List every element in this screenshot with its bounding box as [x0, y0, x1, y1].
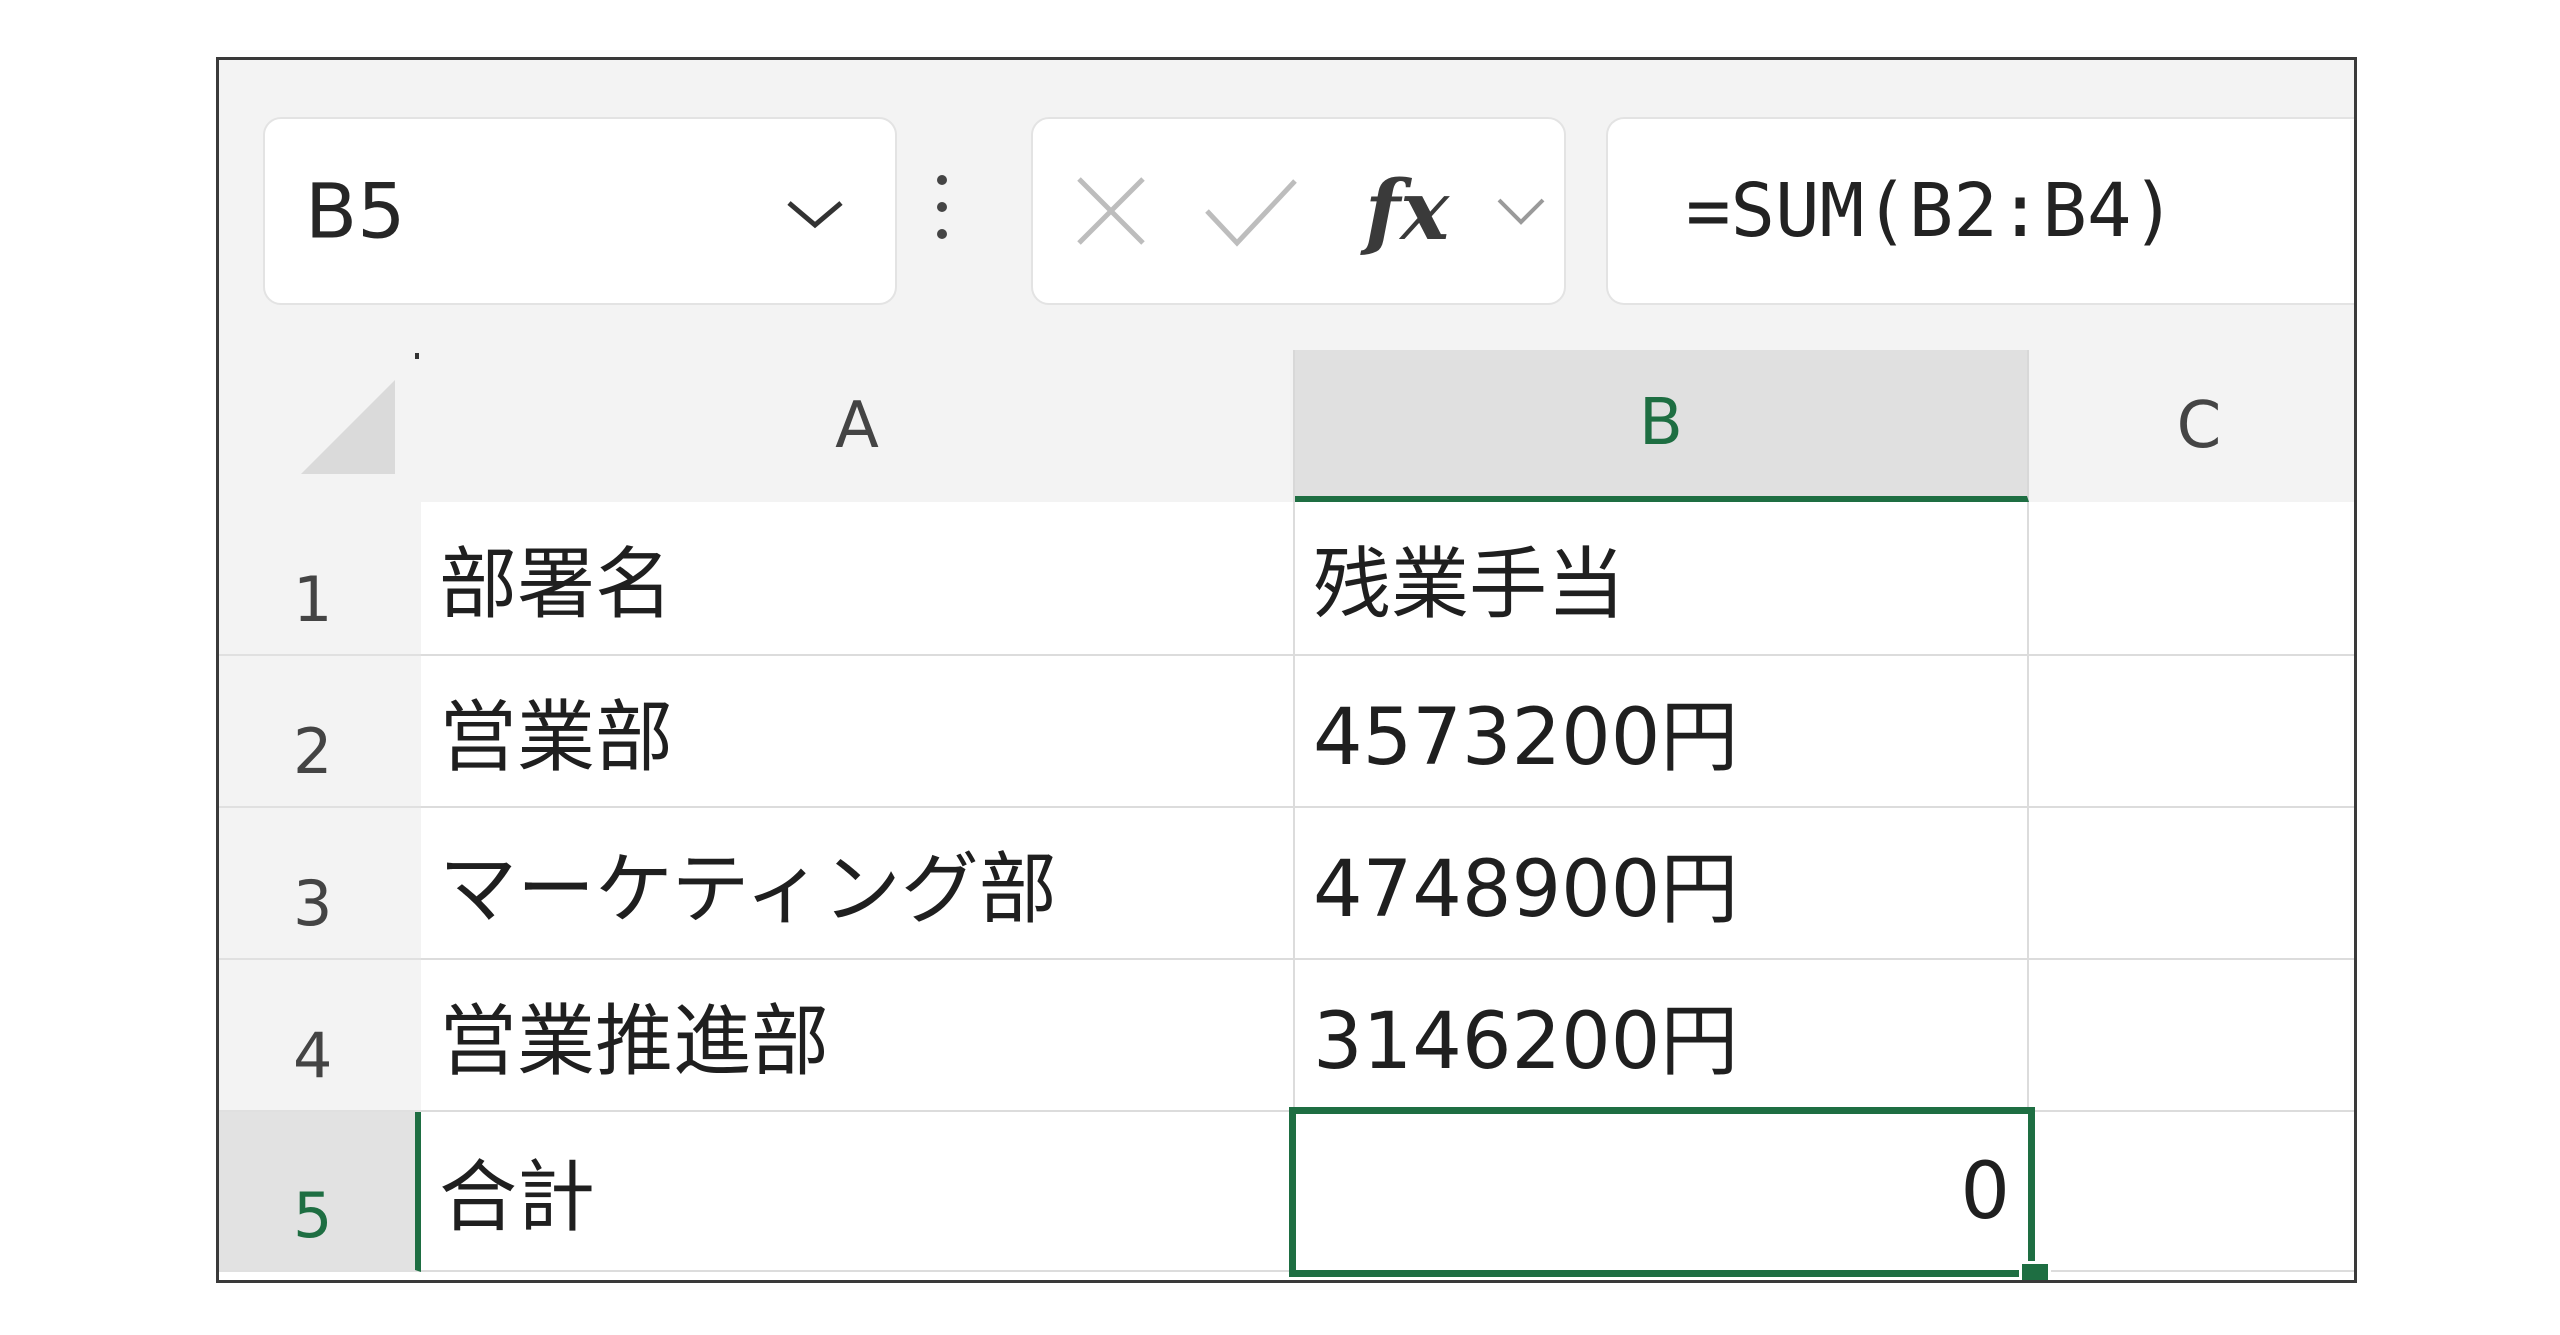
row-header-1[interactable]: 1 [219, 502, 421, 656]
row-header-3[interactable]: 3 [219, 808, 421, 960]
cell-b5-active[interactable]: 0 [1289, 1107, 2035, 1277]
cell-a4[interactable]: 営業推進部 [421, 960, 1295, 1112]
cell-c2[interactable] [2029, 656, 2354, 808]
chevron-down-icon[interactable] [785, 199, 845, 229]
cell-c4[interactable] [2029, 960, 2354, 1112]
cell-c3[interactable] [2029, 808, 2354, 960]
name-box-value: B5 [305, 166, 406, 256]
chevron-down-icon[interactable] [1495, 196, 1547, 226]
cell-c1[interactable] [2029, 502, 2354, 656]
formula-text: =SUM(B2:B4) [1686, 168, 2177, 254]
formula-bar-area: B5 fx =SUM(B2:B4) [219, 60, 2354, 350]
select-all-corner[interactable] [219, 350, 421, 502]
cell-a5[interactable]: 合計 [421, 1112, 1295, 1272]
fill-handle[interactable] [2019, 1261, 2051, 1280]
row-header-5[interactable]: 5 [219, 1112, 421, 1272]
x-icon[interactable] [1071, 171, 1151, 251]
row-header-4[interactable]: 4 [219, 960, 421, 1112]
formula-controls: fx [1031, 117, 1566, 305]
select-all-triangle-icon [301, 353, 419, 474]
formula-input[interactable]: =SUM(B2:B4) [1606, 117, 2354, 305]
sheet-grid: A B C 1 2 3 4 5 部署名 残業手当 営業部 4573200円 マー… [219, 350, 2354, 1280]
column-header-b[interactable]: B [1295, 350, 2029, 502]
excel-window: B5 fx =SUM(B2:B4) A B C 1 2 3 4 5 部署名 残業… [216, 57, 2357, 1283]
more-options-icon[interactable] [937, 175, 949, 251]
check-icon[interactable] [1201, 171, 1301, 251]
cell-c5[interactable] [2035, 1112, 2354, 1272]
cell-b1[interactable]: 残業手当 [1295, 502, 2029, 656]
cell-a2[interactable]: 営業部 [421, 656, 1295, 808]
cell-b2[interactable]: 4573200円 [1295, 656, 2029, 808]
row-header-2[interactable]: 2 [219, 656, 421, 808]
column-header-a[interactable]: A [421, 350, 1295, 502]
cell-b4[interactable]: 3146200円 [1295, 960, 2029, 1112]
cell-a3[interactable]: マーケティング部 [421, 808, 1295, 960]
cell-b3[interactable]: 4748900円 [1295, 808, 2029, 960]
cell-a1[interactable]: 部署名 [421, 502, 1295, 656]
name-box[interactable]: B5 [263, 117, 897, 305]
fx-icon[interactable]: fx [1365, 163, 1449, 259]
column-header-c[interactable]: C [2029, 350, 2354, 502]
